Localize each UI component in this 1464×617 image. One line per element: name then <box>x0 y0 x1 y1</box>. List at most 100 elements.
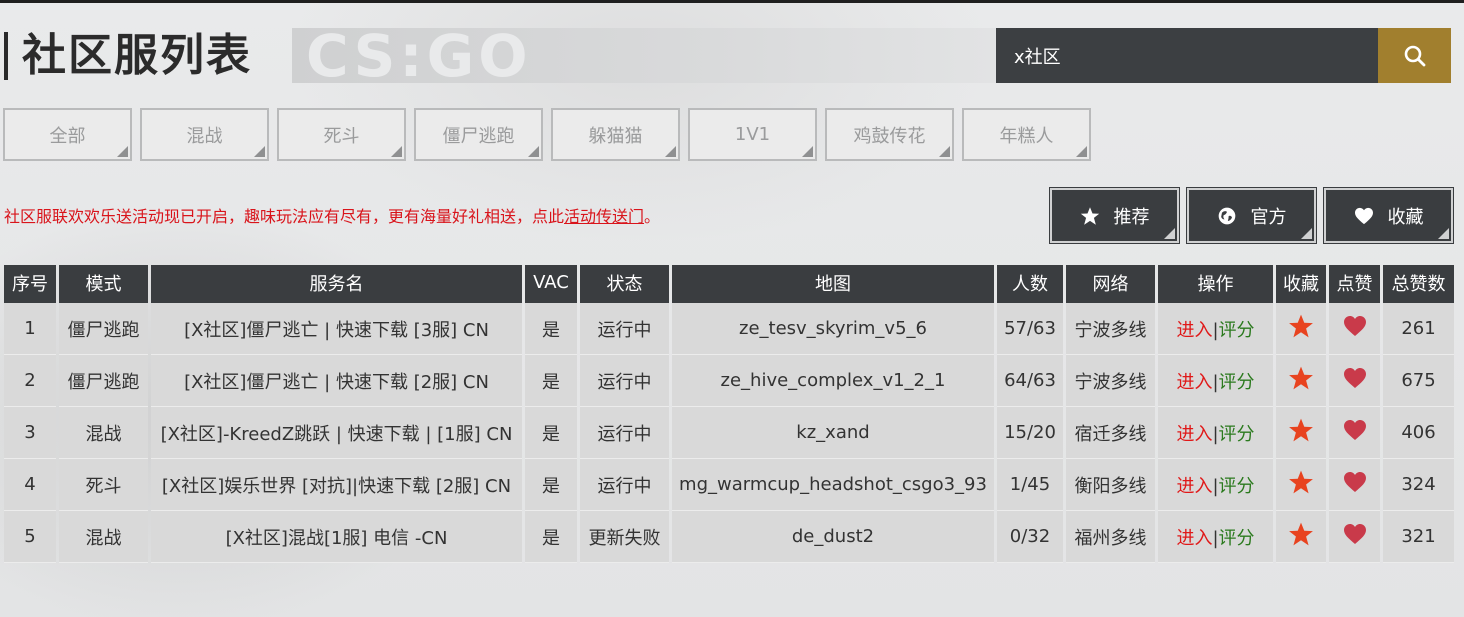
cell-total-likes: 321 <box>1383 511 1454 563</box>
cell-status: 更新失败 <box>580 511 669 563</box>
cell-like <box>1329 355 1380 407</box>
server-table-body: 1 僵尸逃跑 [X社区]僵尸逃亡 | 快速下载 [3服] CN 是 运行中 ze… <box>4 303 1454 563</box>
cell-favorite <box>1276 355 1326 407</box>
table-row: 1 僵尸逃跑 [X社区]僵尸逃亡 | 快速下载 [3服] CN 是 运行中 ze… <box>4 303 1454 355</box>
like-heart-icon[interactable] <box>1343 419 1367 441</box>
enter-link[interactable]: 进入 <box>1176 476 1212 497</box>
search-bar <box>996 28 1451 83</box>
cell-server-name: [X社区]僵尸逃亡 | 快速下载 [3服] CN <box>151 303 522 355</box>
favorite-star-icon[interactable] <box>1288 521 1314 547</box>
cell-players: 15/20 <box>997 407 1063 459</box>
cell-actions: 进入|评分 <box>1158 407 1273 459</box>
like-heart-icon[interactable] <box>1343 315 1367 337</box>
cell-players: 1/45 <box>997 459 1063 511</box>
cell-status: 运行中 <box>580 407 669 459</box>
event-notice: 社区服联欢欢乐送活动现已开启，趣味玩法应有尽有，更有海量好礼相送，点此活动传送门… <box>4 207 661 226</box>
title-accent-bar <box>4 32 8 80</box>
rate-link[interactable]: 评分 <box>1219 528 1255 549</box>
cell-server-name: [X社区]僵尸逃亡 | 快速下载 [2服] CN <box>151 355 522 407</box>
favorite-star-icon[interactable] <box>1288 313 1314 339</box>
like-heart-icon[interactable] <box>1343 471 1367 493</box>
favorites-button[interactable]: 收藏 <box>1323 187 1454 244</box>
cell-players: 64/63 <box>997 355 1063 407</box>
cell-vac: 是 <box>525 407 577 459</box>
corner-mark <box>528 146 539 157</box>
cell-index: 1 <box>4 303 56 355</box>
cell-vac: 是 <box>525 355 577 407</box>
official-button[interactable]: 官方 <box>1186 187 1317 244</box>
event-portal-link[interactable]: 活动传送门 <box>564 207 644 226</box>
table-row: 3 混战 [X社区]-KreedZ跳跃 | 快速下载 | [1服] CN 是 运… <box>4 407 1454 459</box>
favorite-star-icon[interactable] <box>1288 469 1314 495</box>
col-header-server-name: 服务名 <box>151 265 522 303</box>
cell-network: 宁波多线 <box>1066 303 1155 355</box>
tab-zombie-escape[interactable]: 僵尸逃跑 <box>414 108 543 161</box>
corner-mark <box>802 146 813 157</box>
cell-index: 4 <box>4 459 56 511</box>
list-filter-buttons: 推荐 官方 收藏 <box>1049 187 1454 244</box>
cell-network: 宁波多线 <box>1066 355 1155 407</box>
cell-status: 运行中 <box>580 459 669 511</box>
corner-mark <box>1301 228 1312 239</box>
tab-pass-the-flower[interactable]: 鸡鼓传花 <box>825 108 954 161</box>
like-heart-icon[interactable] <box>1343 523 1367 545</box>
favorite-star-icon[interactable] <box>1288 365 1314 391</box>
cell-server-name: [X社区]-KreedZ跳跃 | 快速下载 | [1服] CN <box>151 407 522 459</box>
tab-niangao-man[interactable]: 年糕人 <box>962 108 1091 161</box>
search-button[interactable] <box>1378 28 1451 83</box>
cell-like <box>1329 407 1380 459</box>
favorite-star-icon[interactable] <box>1288 417 1314 443</box>
enter-link[interactable]: 进入 <box>1176 424 1212 445</box>
cell-total-likes: 406 <box>1383 407 1454 459</box>
corner-mark <box>254 146 265 157</box>
col-header-status: 状态 <box>580 265 669 303</box>
table-header-row: 序号 模式 服务名 VAC 状态 地图 人数 网络 操作 收藏 点赞 总赞数 <box>4 265 1454 303</box>
tab-1v1[interactable]: 1V1 <box>688 108 817 161</box>
tab-deathmatch[interactable]: 死斗 <box>277 108 406 161</box>
recommend-button[interactable]: 推荐 <box>1049 187 1180 244</box>
col-header-vac: VAC <box>525 265 577 303</box>
cell-network: 福州多线 <box>1066 511 1155 563</box>
cell-status: 运行中 <box>580 355 669 407</box>
cell-actions: 进入|评分 <box>1158 355 1273 407</box>
cell-vac: 是 <box>525 511 577 563</box>
cell-players: 0/32 <box>997 511 1063 563</box>
page-title: 社区服列表 <box>22 30 252 81</box>
rate-link[interactable]: 评分 <box>1219 424 1255 445</box>
col-header-total-likes: 总赞数 <box>1383 265 1454 303</box>
globe-icon <box>1217 206 1237 226</box>
cell-mode: 混战 <box>59 407 148 459</box>
cell-like <box>1329 511 1380 563</box>
tab-all[interactable]: 全部 <box>3 108 132 161</box>
cell-like <box>1329 459 1380 511</box>
table-row: 2 僵尸逃跑 [X社区]僵尸逃亡 | 快速下载 [2服] CN 是 运行中 ze… <box>4 355 1454 407</box>
cell-mode: 僵尸逃跑 <box>59 303 148 355</box>
col-header-index: 序号 <box>4 265 56 303</box>
like-heart-icon[interactable] <box>1343 367 1367 389</box>
enter-link[interactable]: 进入 <box>1176 528 1212 549</box>
rate-link[interactable]: 评分 <box>1219 372 1255 393</box>
tab-hide-and-seek[interactable]: 躲猫猫 <box>551 108 680 161</box>
col-header-map: 地图 <box>672 265 994 303</box>
mode-filter-tabs: 全部 混战 死斗 僵尸逃跑 躲猫猫 1V1 鸡鼓传花 年糕人 <box>3 108 1091 161</box>
cell-network: 衡阳多线 <box>1066 459 1155 511</box>
corner-mark <box>939 146 950 157</box>
corner-mark <box>1076 146 1087 157</box>
cell-index: 5 <box>4 511 56 563</box>
col-header-actions: 操作 <box>1158 265 1273 303</box>
cell-vac: 是 <box>525 459 577 511</box>
cell-map: de_dust2 <box>672 511 994 563</box>
cell-status: 运行中 <box>580 303 669 355</box>
rate-link[interactable]: 评分 <box>1219 320 1255 341</box>
cell-actions: 进入|评分 <box>1158 303 1273 355</box>
cell-map: mg_warmcup_headshot_csgo3_93 <box>672 459 994 511</box>
search-input[interactable] <box>996 28 1378 83</box>
server-table: 序号 模式 服务名 VAC 状态 地图 人数 网络 操作 收藏 点赞 总赞数 1… <box>1 265 1457 563</box>
corner-mark <box>1164 228 1175 239</box>
enter-link[interactable]: 进入 <box>1176 372 1212 393</box>
enter-link[interactable]: 进入 <box>1176 320 1212 341</box>
tab-brawl[interactable]: 混战 <box>140 108 269 161</box>
col-header-players: 人数 <box>997 265 1063 303</box>
rate-link[interactable]: 评分 <box>1219 476 1255 497</box>
cell-mode: 混战 <box>59 511 148 563</box>
